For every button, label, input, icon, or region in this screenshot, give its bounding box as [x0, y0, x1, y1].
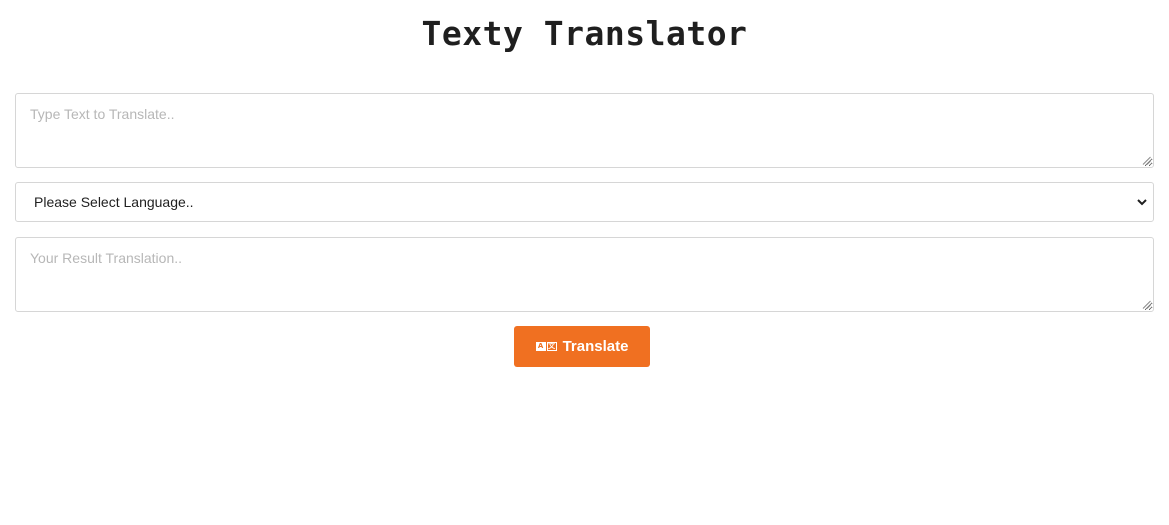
translate-icon: A文	[535, 342, 557, 351]
result-text-output[interactable]	[15, 237, 1154, 312]
translate-button[interactable]: A文 Translate	[514, 326, 650, 367]
language-select[interactable]: Please Select Language..	[15, 182, 1154, 222]
translator-page: Texty Translator Please Select Language.…	[0, 0, 1169, 525]
page-title: Texty Translator	[421, 14, 748, 53]
source-text-input[interactable]	[15, 93, 1154, 168]
translate-button-label: Translate	[562, 338, 629, 355]
chevron-down-icon	[1137, 199, 1147, 206]
language-select-value: Please Select Language..	[34, 194, 194, 210]
